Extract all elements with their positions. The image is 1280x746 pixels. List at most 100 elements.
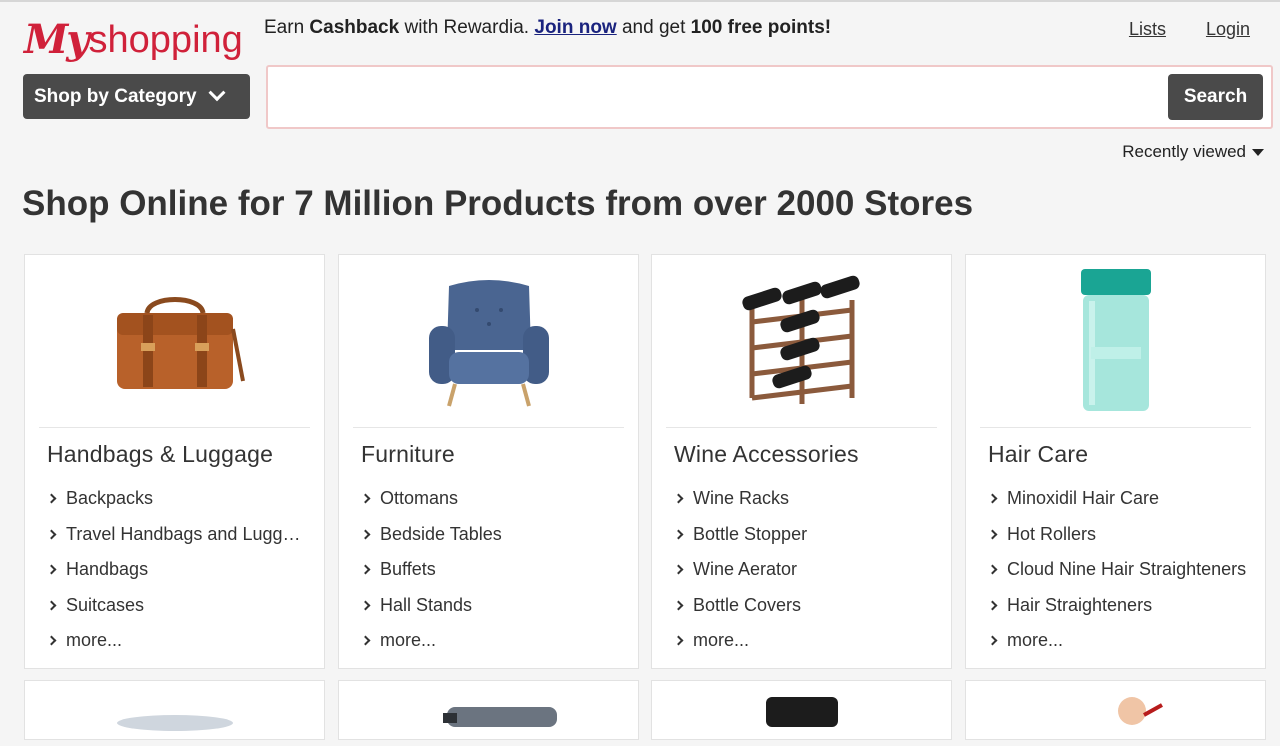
promo-points: 100 free points! (690, 17, 832, 38)
subcategory-link[interactable]: Wine Racks (674, 481, 936, 517)
subcategory-link[interactable]: Hair Straighteners (988, 588, 1250, 624)
lists-link[interactable]: Lists (1129, 19, 1166, 40)
chevron-right-icon (361, 493, 371, 504)
subcategory-link[interactable]: Travel Handbags and Luggage (47, 517, 309, 553)
subcategory-link[interactable]: Backpacks (47, 481, 309, 517)
chevron-right-icon (988, 564, 998, 575)
chevron-right-icon (47, 564, 57, 575)
search-input[interactable] (276, 75, 1166, 119)
product-image-partial (766, 697, 838, 727)
category-title[interactable]: Handbags & Luggage (47, 441, 273, 468)
subcategory-link[interactable]: Ottomans (361, 481, 623, 517)
chevron-right-icon (988, 529, 998, 540)
card-divider (666, 427, 937, 428)
card-divider (39, 427, 310, 428)
shampoo-bottle-image[interactable] (966, 255, 1265, 425)
category-card-furniture: Furniture Ottomans Bedside Tables Buffet… (338, 254, 639, 669)
chevron-right-icon (674, 493, 684, 504)
subcategory-link[interactable]: Hot Rollers (988, 517, 1250, 553)
subcategory-label: Bottle Covers (693, 594, 802, 615)
search-bar: Search (266, 65, 1273, 129)
more-link[interactable]: more... (361, 623, 623, 659)
subcategory-link[interactable]: Suitcases (47, 588, 309, 624)
page-headline: Shop Online for 7 Million Products from … (22, 184, 973, 224)
chevron-right-icon (47, 635, 57, 646)
product-image-partial (1118, 697, 1163, 725)
subcategory-list: Ottomans Bedside Tables Buffets Hall Sta… (361, 481, 623, 659)
subcategory-list: Minoxidil Hair Care Hot Rollers Cloud Ni… (988, 481, 1250, 659)
subcategory-label: Suitcases (66, 594, 145, 615)
search-button[interactable]: Search (1168, 74, 1263, 120)
card-divider (980, 427, 1251, 428)
subcategory-link[interactable]: Bottle Covers (674, 588, 936, 624)
chevron-right-icon (988, 600, 998, 611)
product-image-partial (117, 715, 233, 731)
chevron-right-icon (361, 600, 371, 611)
wine-rack-image[interactable] (652, 255, 951, 425)
chevron-right-icon (361, 529, 371, 540)
subcategory-label: Wine Aerator (693, 559, 798, 580)
chevron-right-icon (674, 600, 684, 611)
subcategory-label: Bottle Stopper (693, 523, 808, 544)
category-title[interactable]: Wine Accessories (674, 441, 859, 468)
top-links: Lists Login (1129, 19, 1250, 40)
subcategory-label: Wine Racks (693, 488, 790, 509)
subcategory-link[interactable]: Bottle Stopper (674, 517, 936, 553)
more-label: more... (380, 630, 437, 651)
logo-shopping: shopping (88, 19, 243, 61)
promo-text: with Rewardia. (399, 17, 535, 38)
join-now-link[interactable]: Join now (534, 17, 616, 38)
subcategory-label: Hall Stands (380, 594, 473, 615)
more-link[interactable]: more... (988, 623, 1250, 659)
subcategory-label: Buffets (380, 559, 436, 580)
recently-viewed-dropdown[interactable]: Recently viewed (1122, 142, 1264, 162)
more-label: more... (1007, 630, 1064, 651)
category-card-wine-accessories: Wine Accessories Wine Racks Bottle Stopp… (651, 254, 952, 669)
promo-text: Earn (264, 17, 310, 38)
headline-part: from (595, 184, 693, 223)
category-title[interactable]: Furniture (361, 441, 455, 468)
card-divider (353, 427, 624, 428)
category-card-partial (965, 680, 1266, 740)
armchair-image[interactable] (339, 255, 638, 425)
chevron-right-icon (361, 635, 371, 646)
subcategory-link[interactable]: Bedside Tables (361, 517, 623, 553)
handbag-image[interactable] (25, 255, 324, 425)
chevron-right-icon (47, 529, 57, 540)
category-card-partial (651, 680, 952, 740)
chevron-right-icon (361, 564, 371, 575)
login-link[interactable]: Login (1206, 19, 1250, 40)
chevron-right-icon (47, 493, 57, 504)
subcategory-label: Hot Rollers (1007, 523, 1097, 544)
chevron-down-icon (208, 83, 226, 101)
subcategory-link[interactable]: Minoxidil Hair Care (988, 481, 1250, 517)
promo-cashback: Cashback (309, 17, 400, 38)
more-link[interactable]: more... (47, 623, 309, 659)
subcategory-link[interactable]: Handbags (47, 552, 309, 588)
subcategory-label: Travel Handbags and Luggage (66, 523, 309, 544)
caret-down-icon (1252, 148, 1264, 156)
recently-viewed-label: Recently viewed (1122, 142, 1246, 161)
headline-part: for (228, 184, 295, 223)
category-card-partial (24, 680, 325, 740)
more-label: more... (693, 630, 750, 651)
subcategory-link[interactable]: Wine Aerator (674, 552, 936, 588)
shop-by-category-button[interactable]: Shop by Category (23, 74, 250, 119)
subcategory-link[interactable]: Buffets (361, 552, 623, 588)
category-title[interactable]: Hair Care (988, 441, 1088, 468)
subcategory-label: Handbags (66, 559, 149, 580)
cashback-promo: Earn Cashback with Rewardia. Join now an… (264, 17, 831, 39)
top-border (0, 0, 1280, 2)
subcategory-link[interactable]: Hall Stands (361, 588, 623, 624)
product-image-partial (443, 707, 557, 727)
promo-text: and get (616, 17, 691, 38)
myshopping-logo[interactable]: My shopping (24, 6, 243, 64)
subcategory-label: Bedside Tables (380, 523, 502, 544)
subcategory-label: Backpacks (66, 488, 154, 509)
subcategory-label: Minoxidil Hair Care (1007, 488, 1160, 509)
more-label: more... (66, 630, 123, 651)
subcategory-label: Ottomans (380, 488, 459, 509)
subcategory-label: Hair Straighteners (1007, 594, 1153, 615)
more-link[interactable]: more... (674, 623, 936, 659)
subcategory-link[interactable]: Cloud Nine Hair Straighteners (988, 552, 1250, 588)
